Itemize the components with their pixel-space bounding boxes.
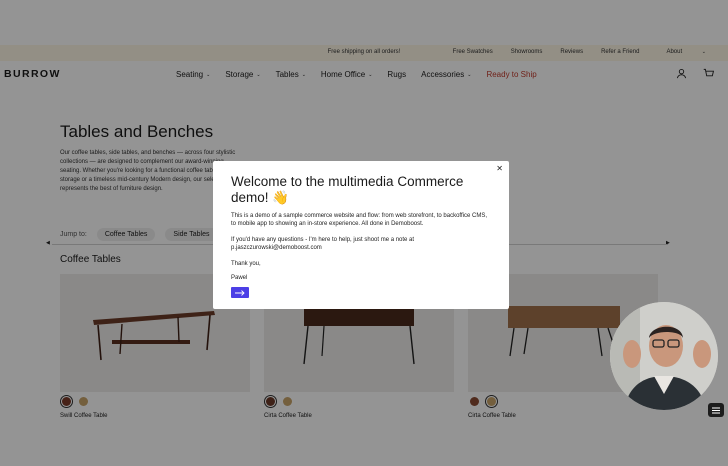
arrow-right-icon (235, 290, 245, 296)
menu-icon (712, 407, 720, 413)
modal-description: This is a demo of a sample commerce webs… (231, 213, 487, 228)
modal-signature: Pawel (231, 275, 248, 282)
modal-title: Welcome to the multimedia Commerce demo!… (231, 174, 464, 205)
presenter-avatar (610, 302, 718, 410)
welcome-modal: ✕ Welcome to the multimedia Commerce dem… (213, 161, 509, 309)
close-icon[interactable]: ✕ (496, 164, 503, 173)
next-button[interactable] (231, 287, 249, 299)
modal-contact: If you'd have any questions - I'm here t… (231, 236, 415, 252)
modal-thanks: Thank you, (231, 260, 261, 267)
presenter-video[interactable] (610, 302, 718, 410)
chat-widget-button[interactable] (708, 403, 724, 417)
